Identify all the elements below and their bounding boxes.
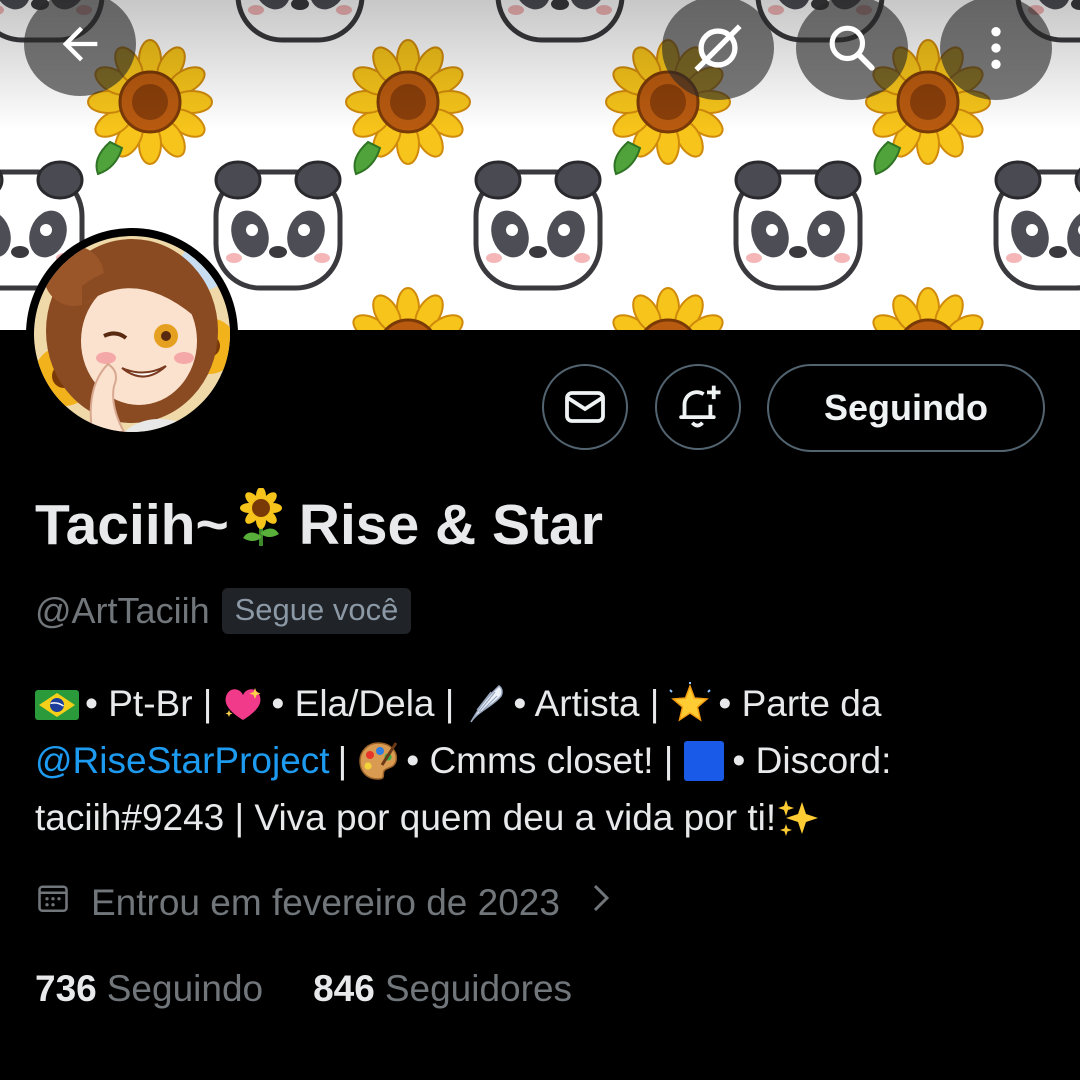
profile-bio: • Pt-Br | • Ela/Dela | • Artista | • Par…: [35, 675, 1045, 846]
spaces-button[interactable]: [662, 0, 774, 100]
arrow-left-icon: [62, 26, 98, 62]
sparkles-icon: [776, 796, 820, 840]
bio-line-1: • Pt-Br | • Ela/Dela | • Artista | • Par…: [35, 675, 1045, 732]
bio-text-2: • Ela/Dela |: [271, 683, 455, 724]
avatar-image: [34, 236, 230, 432]
glowing-star-icon: [668, 681, 712, 726]
search-icon: [829, 25, 875, 71]
followers-label: Seguidores: [384, 968, 573, 1009]
search-button[interactable]: [796, 0, 908, 100]
handle-row: @ArtTaciih Segue você: [35, 588, 412, 634]
user-handle: @ArtTaciih: [35, 590, 210, 631]
spaces-icon: [694, 24, 742, 72]
more-options-button[interactable]: [940, 0, 1052, 100]
following-label: Seguindo: [106, 968, 264, 1009]
joined-date-text: Entrou em fevereiro de 2023: [91, 881, 560, 923]
following-count: 736: [35, 968, 97, 1009]
display-name-text: Taciih~: [35, 493, 229, 557]
bio-text-3: • Artista |: [513, 683, 660, 724]
followers-stat[interactable]: 846 Seguidores: [313, 968, 572, 1010]
followers-count: 846: [313, 968, 375, 1009]
bio-text-8: taciih#9243 | Viva por quem deu a vida p…: [35, 797, 777, 838]
bio-text-1: • Pt-Br |: [85, 683, 213, 724]
mention-link[interactable]: @RiseStarProject: [35, 732, 330, 789]
following-button[interactable]: Seguindo: [767, 364, 1045, 452]
follow-stats: 736 Seguindo 846 Seguidores: [35, 968, 572, 1010]
blue-square-icon: [682, 739, 726, 783]
more-vertical-icon: [991, 27, 1001, 69]
chevron-right-icon: [588, 880, 614, 925]
wing-icon: [463, 682, 507, 726]
bio-text-7: • Discord:: [732, 740, 892, 781]
banner-shade: [0, 0, 1080, 130]
bell-plus-icon: [679, 385, 721, 428]
message-button[interactable]: [542, 364, 628, 450]
calendar-icon: [35, 880, 71, 925]
bio-text-4: • Parte da: [718, 683, 882, 724]
display-name-suffix: Rise & Star: [298, 493, 603, 557]
display-name: Taciih~ Rise & Star: [35, 487, 603, 562]
brazil-flag-icon: [35, 682, 79, 726]
profile-avatar[interactable]: [26, 228, 238, 440]
notifications-button[interactable]: [655, 364, 741, 450]
joined-date-row[interactable]: Entrou em fevereiro de 2023: [35, 880, 614, 925]
envelope-icon: [565, 391, 605, 423]
bio-text-5: |: [337, 740, 348, 781]
follows-you-badge: Segue você: [221, 588, 412, 634]
following-stat[interactable]: 736 Seguindo: [35, 968, 263, 1010]
sunflower-icon: [231, 487, 291, 562]
bio-line-3: taciih#9243 | Viva por quem deu a vida p…: [35, 789, 1045, 846]
sparkling-heart-icon: [221, 682, 265, 726]
bio-text-6: • Cmms closet! |: [406, 740, 674, 781]
bio-line-2: @RiseStarProject | • Cmms closet! | • Di…: [35, 732, 1045, 789]
artist-palette-icon: [356, 739, 400, 783]
